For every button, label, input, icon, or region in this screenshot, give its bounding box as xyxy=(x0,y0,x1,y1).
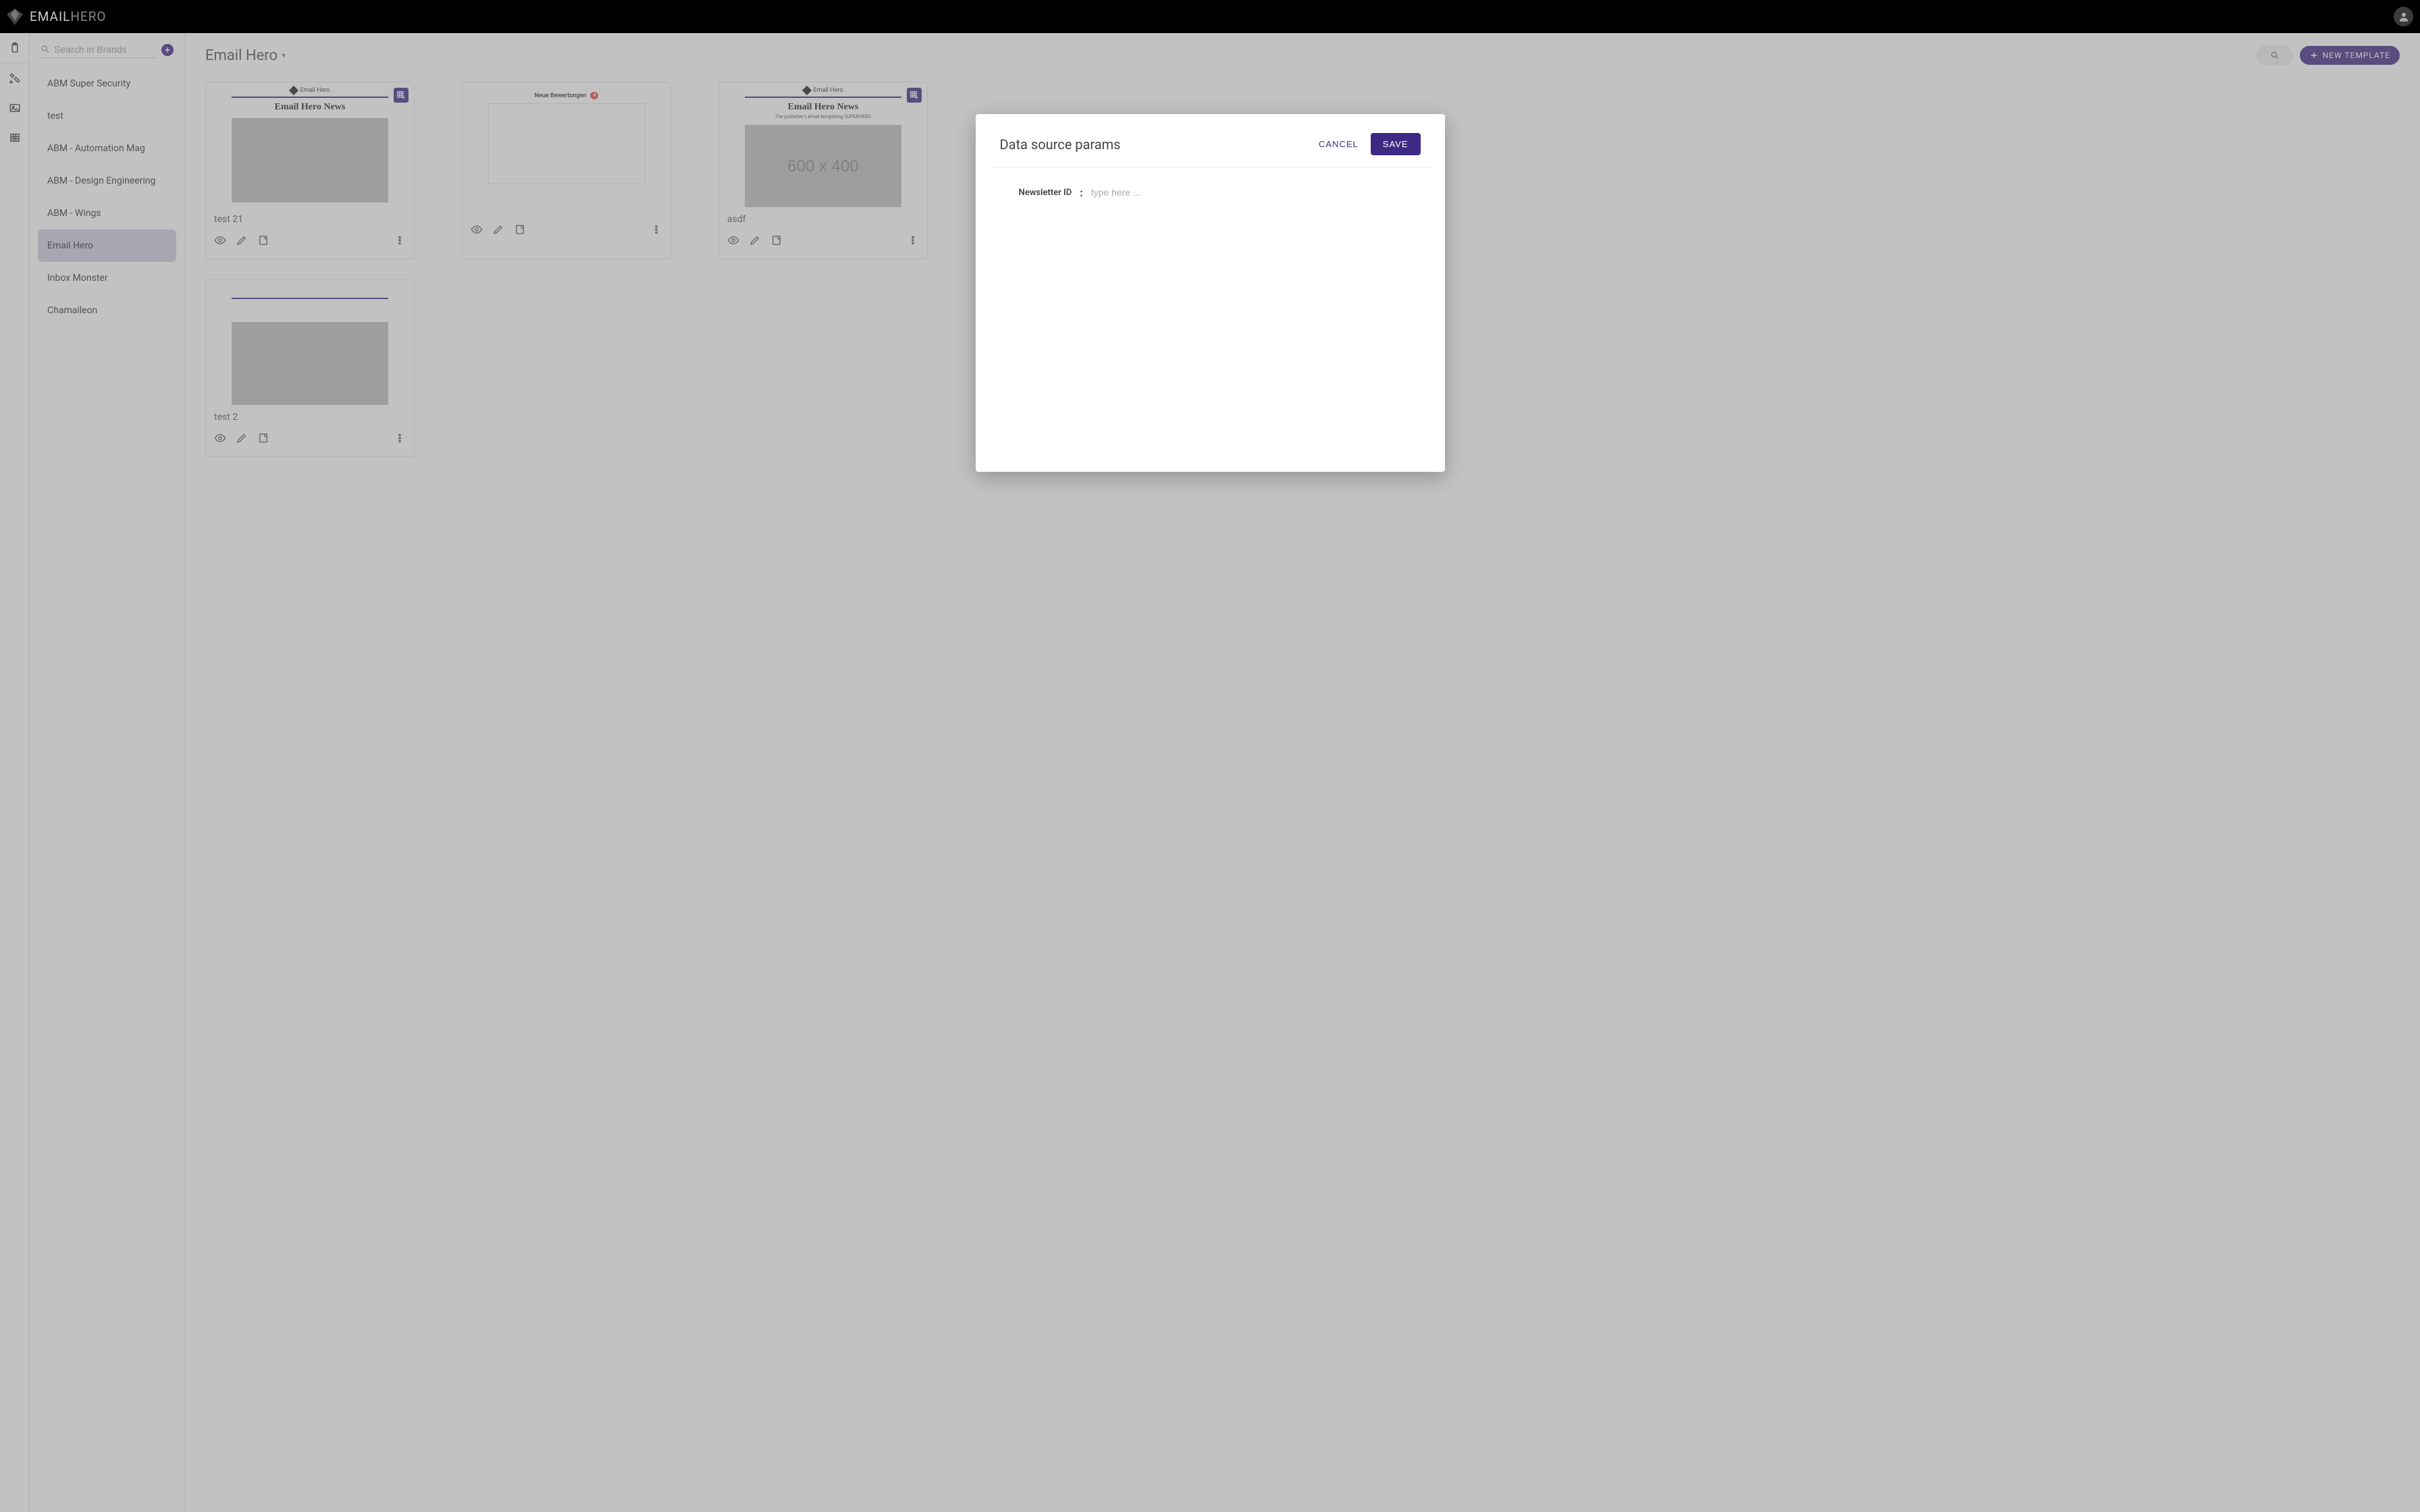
shell: ABM Super SecuritytestABM - Automation M… xyxy=(0,33,2420,1512)
newsletter-id-input[interactable] xyxy=(1091,183,1267,202)
diamond-icon xyxy=(4,6,26,28)
modal-buttons: CANCEL SAVE xyxy=(1315,133,1420,155)
modal-overlay[interactable]: Data source params CANCEL SAVE Newslette… xyxy=(0,33,2420,1512)
modal-header: Data source params CANCEL SAVE xyxy=(1000,133,1421,167)
form-row-newsletter-id: Newsletter ID : xyxy=(1000,183,1421,202)
avatar[interactable] xyxy=(2394,7,2413,26)
modal-divider xyxy=(988,167,1433,168)
app-logo[interactable]: EMAILHERO xyxy=(4,6,107,28)
modal-title: Data source params xyxy=(1000,136,1121,153)
cancel-button[interactable]: CANCEL xyxy=(1315,134,1363,155)
save-button[interactable]: SAVE xyxy=(1371,133,1421,155)
user-icon xyxy=(2398,11,2410,23)
app-name: EMAILHERO xyxy=(30,9,107,24)
form-label: Newsletter ID xyxy=(1019,188,1072,198)
form-separator: : xyxy=(1080,186,1083,199)
topbar: EMAILHERO xyxy=(0,0,2420,33)
data-source-modal: Data source params CANCEL SAVE Newslette… xyxy=(976,114,1445,472)
